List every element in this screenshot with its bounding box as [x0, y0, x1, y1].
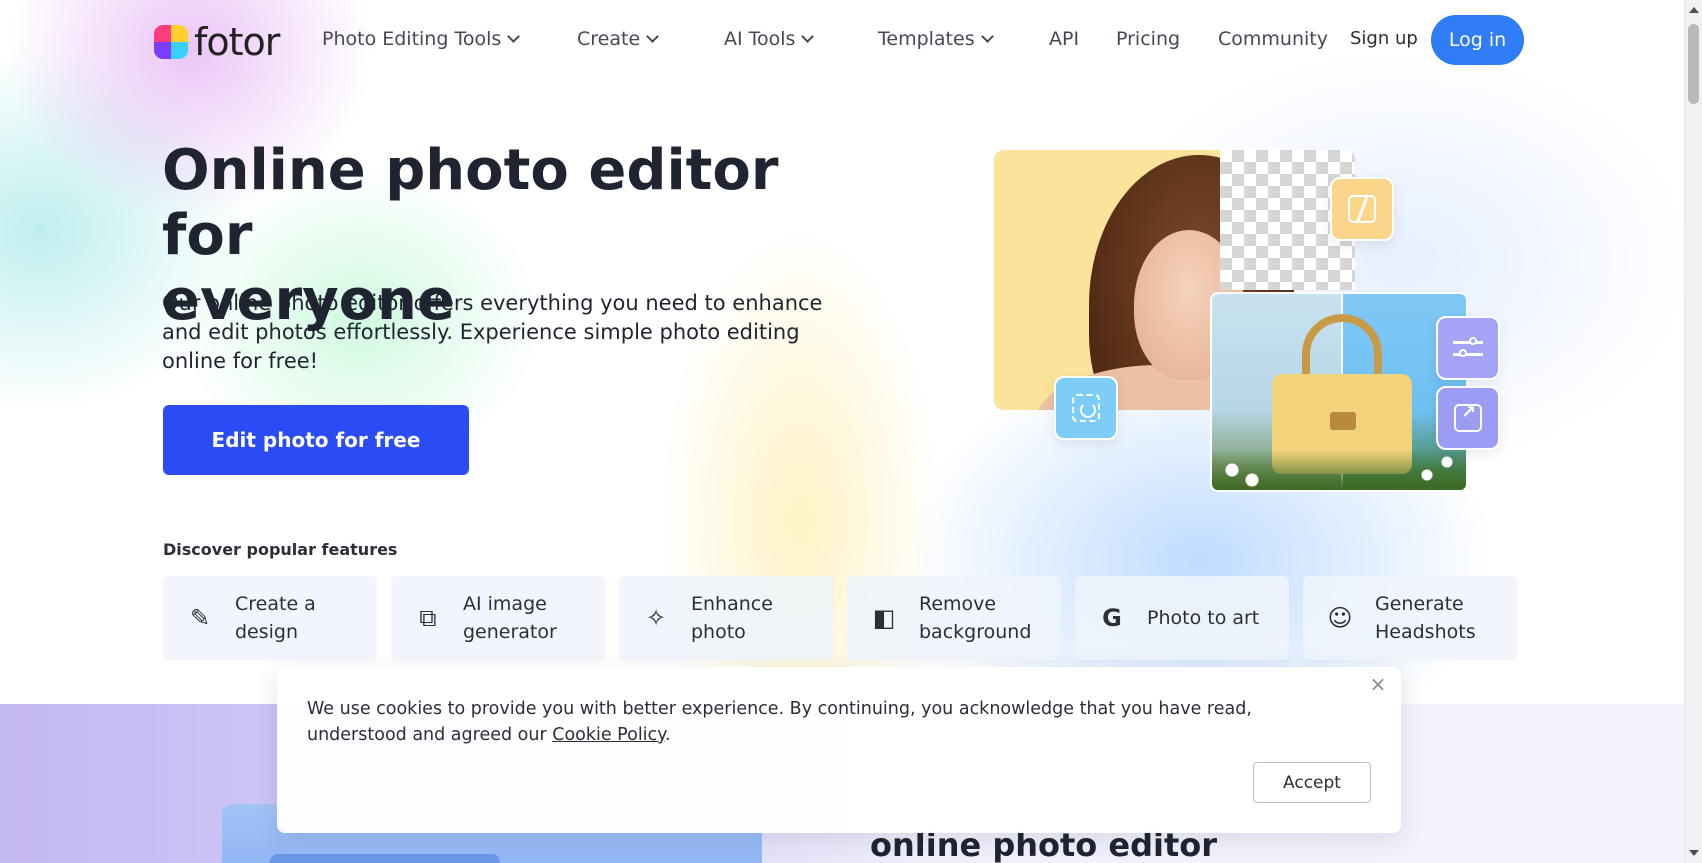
close-icon[interactable]: × — [1367, 672, 1389, 696]
nav-item-label: Photo Editing Tools — [322, 28, 502, 50]
headshot-icon: ☺ — [1327, 604, 1353, 632]
chevron-down-icon — [507, 30, 521, 43]
nav-templates[interactable]: Templates — [878, 28, 994, 50]
pencil-ruler-icon: ✎ — [189, 604, 211, 632]
nav-item-label: AI Tools — [724, 28, 796, 50]
feature-label: Create a design — [235, 593, 316, 643]
flowers — [1212, 450, 1466, 490]
rotate-chip — [1054, 376, 1118, 440]
cookie-text: We use cookies to provide you with bette… — [307, 699, 1252, 745]
sign-up-link[interactable]: Sign up — [1350, 28, 1418, 49]
nav-community[interactable]: Community — [1218, 28, 1328, 50]
scroll-up-arrow-icon[interactable] — [1689, 7, 1699, 13]
cookie-banner: × We use cookies to provide you with bet… — [277, 667, 1401, 833]
fotor-logo[interactable]: fotor — [154, 20, 280, 64]
feature-ai-image-generator[interactable]: ⧉ AI image generator — [391, 576, 605, 660]
nav-ai-tools[interactable]: AI Tools — [724, 28, 815, 50]
nav-item-label: Community — [1218, 28, 1328, 50]
remove-bg-icon: ◧ — [872, 604, 896, 632]
adjust-chip — [1436, 316, 1500, 380]
nav-item-label: Create — [577, 28, 641, 50]
feature-remove-background[interactable]: ◧ Remove background — [847, 576, 1061, 660]
handbag-image — [1210, 292, 1468, 492]
feature-label: Enhance photo — [691, 593, 773, 643]
fotor-logo-icon — [154, 25, 188, 59]
nav-api[interactable]: API — [1049, 28, 1079, 50]
feature-enhance-photo[interactable]: ✧ Enhance photo — [619, 576, 833, 660]
feature-label: Photo to art — [1147, 607, 1260, 629]
feature-label: Remove background — [919, 593, 1032, 643]
nav-item-label: Pricing — [1116, 28, 1181, 50]
ai-image-icon: ⧉ — [419, 604, 437, 632]
resize-chip — [1436, 386, 1500, 450]
feature-label: AI image generator — [463, 593, 557, 643]
scrollbar[interactable] — [1684, 0, 1702, 863]
edit-photo-button[interactable]: Edit photo for free — [163, 405, 469, 475]
feature-create-design[interactable]: ✎ Create a design — [163, 576, 377, 660]
cookie-policy-link[interactable]: Cookie Policy — [552, 725, 665, 745]
log-in-button[interactable]: Log in — [1431, 15, 1524, 65]
chevron-down-icon — [646, 30, 660, 43]
feature-label: Generate Headshots — [1375, 593, 1476, 643]
hero-title-line1: Online photo editor for — [162, 138, 779, 268]
cookie-message: We use cookies to provide you with bette… — [307, 699, 1252, 745]
nav-item-label: API — [1049, 28, 1080, 50]
feature-generate-headshots[interactable]: ☺ Generate Headshots — [1303, 576, 1517, 660]
scroll-thumb[interactable] — [1688, 24, 1699, 104]
rotate-icon — [1072, 394, 1100, 422]
magic-wand-icon: ✧ — [645, 604, 667, 632]
nav-create[interactable]: Create — [577, 28, 660, 50]
chevron-down-icon — [801, 30, 815, 43]
nav-photo-editing-tools[interactable]: Photo Editing Tools — [322, 28, 521, 50]
remove-bg-chip — [1330, 177, 1394, 241]
feature-photo-to-art[interactable]: G Photo to art — [1075, 576, 1289, 660]
expand-icon — [1454, 402, 1482, 432]
bag-clasp — [1330, 412, 1356, 430]
nav-item-label: Templates — [878, 28, 975, 50]
split-compare-icon — [1348, 195, 1376, 223]
hero-image-collage — [990, 130, 1510, 500]
page: fotor Photo Editing Tools Create AI Tool… — [0, 0, 1702, 863]
accept-cookies-button[interactable]: Accept — [1253, 762, 1371, 803]
nav-pricing[interactable]: Pricing — [1116, 28, 1180, 50]
chevron-down-icon — [980, 30, 994, 43]
sliders-icon — [1453, 336, 1483, 360]
features-list: ✎ Create a design ⧉ AI image generator ✧ E… — [163, 576, 1517, 660]
features-heading: Discover popular features — [163, 540, 398, 559]
logo-text: fotor — [194, 20, 280, 64]
lower-preview-inner — [270, 854, 500, 863]
top-nav: fotor Photo Editing Tools Create AI Tool… — [0, 0, 1684, 80]
photo-to-art-icon: G — [1102, 604, 1122, 632]
hero-subtitle: Our online photo editor offers everythin… — [162, 291, 823, 373]
scroll-down-arrow-icon[interactable] — [1689, 850, 1699, 856]
